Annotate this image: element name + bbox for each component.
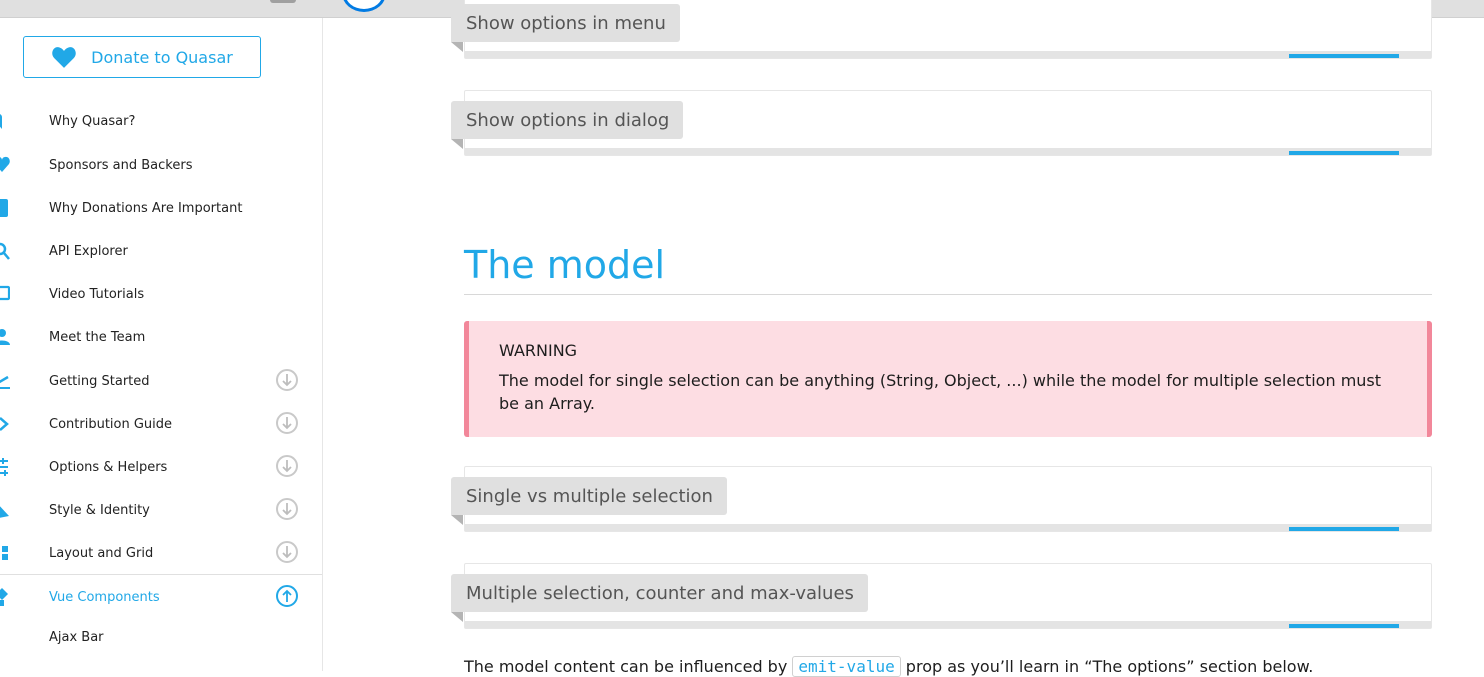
- warning-text: The model for single selection can be an…: [499, 371, 1382, 413]
- emit-value-link[interactable]: emit-value: [792, 656, 901, 677]
- sidebar-item-video-tutorials[interactable]: Video Tutorials: [0, 274, 322, 314]
- style-icon: [0, 506, 9, 518]
- sidebar-item-sponsors[interactable]: Sponsors and Backers: [0, 145, 322, 185]
- sidebar-item-label: API Explorer: [49, 243, 128, 259]
- sidebar-divider: [0, 574, 322, 575]
- sidebar-item-vue-components[interactable]: Vue Components: [0, 577, 322, 617]
- section-title: The model: [464, 242, 1432, 295]
- active-tab-indicator[interactable]: [1289, 624, 1399, 628]
- example-title: Multiple selection, counter and max-valu…: [451, 574, 868, 622]
- widgets-icon: [0, 588, 8, 606]
- active-tab-indicator[interactable]: [1289, 54, 1399, 58]
- sidebar-item-label: Video Tutorials: [49, 286, 145, 302]
- expand-icon[interactable]: [276, 498, 298, 520]
- example-title: Single vs multiple selection: [451, 477, 727, 525]
- sidebar-item-contribution-guide[interactable]: Contribution Guide: [0, 404, 322, 444]
- model-paragraph: The model content can be influenced by e…: [464, 656, 1432, 677]
- grid-icon: [2, 546, 8, 560]
- collapse-icon[interactable]: [276, 585, 298, 607]
- example-card: Single vs multiple selection: [451, 466, 1432, 532]
- shield-icon: [0, 199, 8, 217]
- toolbar-button[interactable]: [270, 0, 296, 3]
- sidebar-item-why-quasar[interactable]: Why Quasar?: [0, 101, 322, 141]
- sidebar-item-meet-team[interactable]: Meet the Team: [0, 317, 322, 357]
- expand-icon[interactable]: [276, 412, 298, 434]
- sidebar-item-label: Style & Identity: [49, 502, 150, 518]
- paragraph-text: prop as you’ll learn in “The options” se…: [900, 657, 1314, 676]
- sidebar-item-label: Sponsors and Backers: [49, 157, 193, 173]
- search-icon: [0, 242, 10, 260]
- card-tab-bar: [465, 51, 1431, 58]
- sidebar-item-ajax-bar[interactable]: Ajax Bar: [0, 617, 322, 657]
- flight-icon: [0, 375, 10, 389]
- paragraph-text: The model content can be influenced by: [464, 657, 793, 676]
- sidebar-item-label: Contribution Guide: [49, 416, 173, 432]
- expand-icon[interactable]: [276, 369, 298, 391]
- scroll-top-button[interactable]: [342, 0, 386, 12]
- heart-icon: [52, 47, 76, 68]
- tune-icon: [0, 458, 8, 476]
- video-icon: [0, 285, 10, 301]
- sidebar-item-label: Why Donations Are Important: [49, 200, 243, 216]
- donate-label: Donate to Quasar: [91, 47, 233, 67]
- sidebar-item-options-helpers[interactable]: Options & Helpers: [0, 447, 322, 487]
- docs-sidebar: Donate to Quasar Why Quasar? Sponsors an…: [0, 18, 323, 671]
- sidebar-item-api-explorer[interactable]: API Explorer: [0, 231, 322, 271]
- sidebar-item-style-identity[interactable]: Style & Identity: [0, 490, 322, 530]
- warning-title: WARNING: [499, 341, 578, 360]
- sidebar-item-label: Layout and Grid: [49, 545, 154, 561]
- code-icon: [0, 417, 9, 431]
- warning-callout: WARNING The model for single selection c…: [464, 321, 1432, 437]
- example-title: Show options in menu: [451, 4, 680, 52]
- sidebar-item-label: Options & Helpers: [49, 459, 168, 475]
- sidebar-item-label: Meet the Team: [49, 329, 146, 345]
- sidebar-item-label: Vue Components: [49, 589, 160, 605]
- card-tab-bar: [465, 148, 1431, 155]
- donate-button[interactable]: Donate to Quasar: [23, 36, 261, 78]
- example-card: Show options in menu: [451, 0, 1432, 59]
- sidebar-item-label: Getting Started: [49, 373, 150, 389]
- sidebar-item-getting-started[interactable]: Getting Started: [0, 361, 322, 401]
- expand-icon[interactable]: [276, 541, 298, 563]
- card-tab-bar: [465, 621, 1431, 628]
- expand-icon[interactable]: [276, 455, 298, 477]
- sidebar-item-label: Why Quasar?: [49, 113, 136, 129]
- example-card: Multiple selection, counter and max-valu…: [451, 563, 1432, 629]
- card-tab-bar: [465, 524, 1431, 531]
- sidebar-item-layout-grid[interactable]: Layout and Grid: [0, 533, 322, 573]
- example-title: Show options in dialog: [451, 101, 684, 149]
- heart-icon: [0, 156, 10, 172]
- sidebar-item-label: Ajax Bar: [49, 629, 104, 645]
- people-icon: [0, 329, 10, 345]
- heart-icon: [0, 114, 2, 129]
- example-card: Show options in dialog: [451, 90, 1432, 156]
- active-tab-indicator[interactable]: [1289, 151, 1399, 155]
- active-tab-indicator[interactable]: [1289, 527, 1399, 531]
- sidebar-item-donations[interactable]: Why Donations Are Important: [0, 188, 322, 228]
